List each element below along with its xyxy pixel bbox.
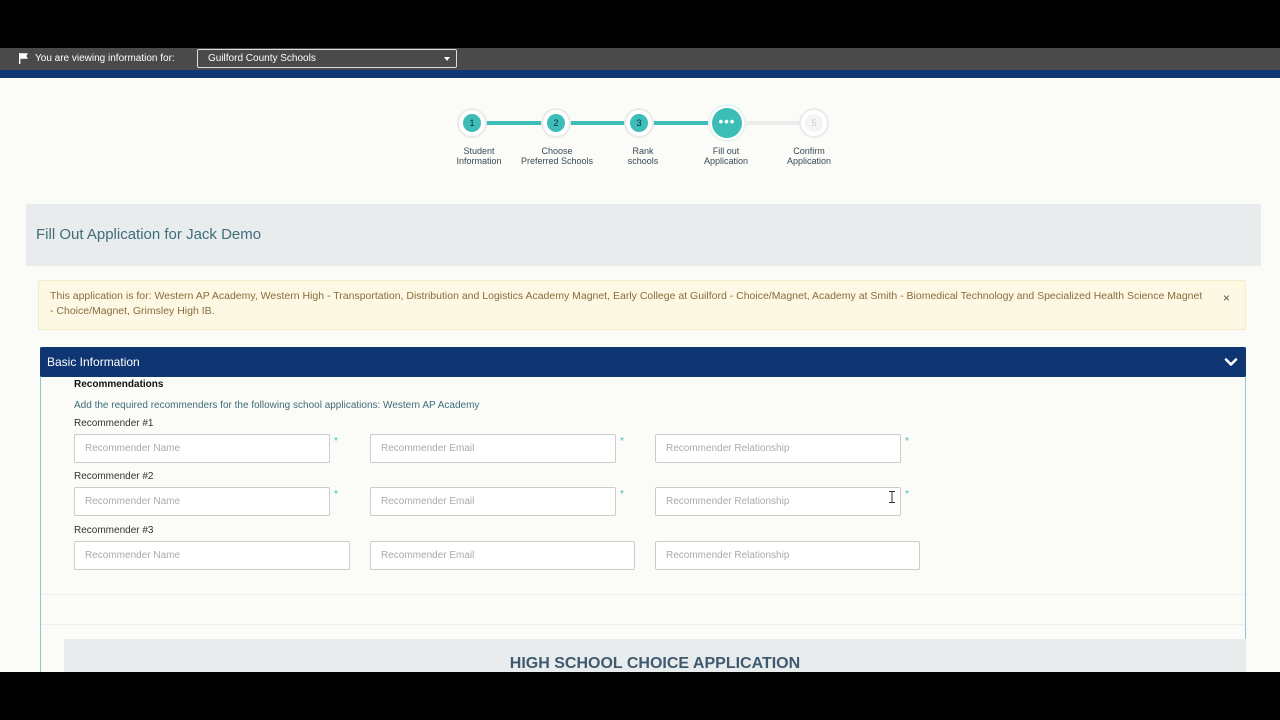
- recommender-3-email-input[interactable]: [370, 541, 635, 570]
- divider: [41, 624, 1245, 625]
- recommender-3-label: Recommender #3: [74, 525, 154, 536]
- basic-information-header[interactable]: Basic Information: [40, 347, 1246, 377]
- recommender-1-relationship-input[interactable]: [655, 434, 901, 463]
- recommendations-heading: Recommendations: [74, 379, 164, 390]
- recommender-1-name-input[interactable]: [74, 434, 330, 463]
- chevron-down-icon[interactable]: [1224, 355, 1238, 369]
- recommender-2-relationship-input[interactable]: [655, 487, 901, 516]
- recommender-2-name-input[interactable]: [74, 487, 330, 516]
- recommender-2-label: Recommender #2: [74, 471, 154, 482]
- alert-text: This application is for: Western AP Acad…: [50, 290, 1203, 317]
- step-2-label: Choose Preferred Schools: [520, 146, 594, 166]
- viewing-label: You are viewing information for:: [35, 53, 175, 64]
- schools-alert: This application is for: Western AP Acad…: [38, 280, 1246, 330]
- text-cursor-icon: [889, 491, 895, 503]
- recommender-3-name-input[interactable]: [74, 541, 350, 570]
- required-marker: *: [905, 436, 909, 447]
- recommender-3-relationship-input[interactable]: [655, 541, 920, 570]
- step-5-label: Confirm Application: [786, 146, 832, 166]
- district-select[interactable]: Guilford County Schools: [197, 49, 457, 68]
- section-title: Basic Information: [47, 355, 140, 369]
- required-marker: *: [334, 436, 338, 447]
- flag-icon: [19, 53, 28, 64]
- caret-down-icon: [444, 57, 450, 61]
- recommender-1-email-input[interactable]: [370, 434, 616, 463]
- application-header: Fill Out Application for Jack Demo: [26, 204, 1261, 266]
- stepper-track-complete: [472, 121, 728, 125]
- step-3: 3: [626, 110, 652, 136]
- progress-stepper: 1 2 3 ••• 5 Student Information Choose Pre…: [440, 106, 860, 176]
- recommendations-description: Add the required recommenders for the fo…: [74, 400, 480, 411]
- required-marker: *: [905, 489, 909, 500]
- required-marker: *: [334, 489, 338, 500]
- recommender-2-email-input[interactable]: [370, 487, 616, 516]
- district-select-value: Guilford County Schools: [208, 53, 316, 64]
- step-2: 2: [543, 110, 569, 136]
- close-icon[interactable]: ×: [1223, 291, 1230, 306]
- page-title: Fill Out Application for Jack Demo: [36, 226, 262, 243]
- required-marker: *: [620, 489, 624, 500]
- step-1: 1: [459, 110, 485, 136]
- step-4-current: •••: [710, 106, 744, 140]
- app-frame: You are viewing information for: Guilfor…: [0, 48, 1280, 672]
- viewing-bar: You are viewing information for: Guilfor…: [0, 48, 1280, 70]
- step-5: 5: [801, 110, 827, 136]
- divider: [41, 594, 1245, 595]
- nav-stripe: [0, 70, 1280, 78]
- required-marker: *: [620, 436, 624, 447]
- high-school-choice-banner: HIGH SCHOOL CHOICE APPLICATION: [64, 639, 1246, 672]
- recommender-1-label: Recommender #1: [74, 418, 154, 429]
- banner-title: HIGH SCHOOL CHOICE APPLICATION: [509, 655, 801, 672]
